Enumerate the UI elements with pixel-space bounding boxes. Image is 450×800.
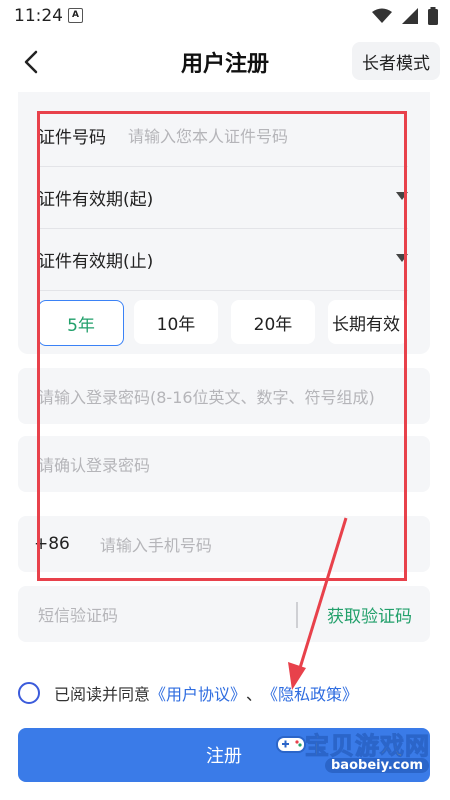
period-option-10y[interactable]: 10年 [134, 300, 218, 344]
wifi-icon [372, 8, 392, 23]
gamepad-logo-icon [276, 736, 306, 753]
password-input[interactable]: 请输入登录密码(8-16位英文、数字、符号组成) [18, 368, 430, 424]
dropdown-arrow-icon [396, 192, 408, 200]
confirm-password-input[interactable]: 请确认登录密码 [18, 436, 430, 492]
id-number-label: 证件号码 [38, 127, 106, 148]
period-option-permanent[interactable]: 长期有效 [328, 300, 408, 344]
elder-mode-button[interactable]: 长者模式 [352, 42, 440, 80]
valid-from-select[interactable]: 证件有效期(起) [38, 166, 408, 229]
valid-to-select[interactable]: 证件有效期(止) [38, 228, 408, 291]
sms-code-input[interactable]: 短信验证码 获取验证码 [18, 586, 430, 642]
agree-checkbox[interactable] [18, 682, 40, 704]
get-code-button[interactable]: 获取验证码 [327, 602, 412, 627]
dropdown-arrow-icon [396, 254, 408, 262]
app-notification-icon: A [68, 8, 83, 23]
id-number-field[interactable]: 证件号码 请输入您本人证件号码 [38, 104, 408, 167]
status-icons [372, 7, 438, 25]
country-code[interactable]: +86 [34, 534, 70, 554]
password-placeholder: 请输入登录密码(8-16位英文、数字、符号组成) [38, 388, 375, 407]
battery-icon [428, 7, 438, 25]
period-option-5y[interactable]: 5年 [38, 300, 124, 346]
agreement-separator: 、 [246, 685, 263, 704]
divider [296, 602, 298, 628]
app-bar: 用户注册 长者模式 [0, 32, 450, 92]
status-bar: 11:24 A [0, 0, 450, 32]
agree-text: 已阅读并同意 [54, 685, 151, 704]
valid-to-label: 证件有效期(止) [38, 251, 154, 272]
watermark-title: 宝贝游戏网 [305, 732, 430, 761]
sms-placeholder: 短信验证码 [38, 606, 119, 625]
privacy-policy-link[interactable]: 《隐私政策》 [262, 681, 358, 705]
id-number-input[interactable]: 请输入您本人证件号码 [128, 123, 288, 147]
valid-from-label: 证件有效期(起) [38, 189, 154, 210]
phone-input[interactable]: +86 请输入手机号码 [18, 516, 430, 572]
signal-icon [402, 8, 418, 24]
user-agreement-link[interactable]: 《用户协议》 [150, 681, 246, 705]
agreement-row: 已阅读并同意 《用户协议》 、 《隐私政策》 [18, 678, 358, 708]
registration-form: 证件号码 请输入您本人证件号码 证件有效期(起) 证件有效期(止) 5年 10年… [0, 92, 450, 800]
period-option-20y[interactable]: 20年 [231, 300, 315, 344]
confirm-password-placeholder: 请确认登录密码 [38, 456, 151, 475]
status-time: 11:24 [14, 6, 63, 26]
watermark-url: baobeiy.com [325, 758, 429, 773]
watermark: 宝贝游戏网 baobeiy.com [275, 722, 445, 782]
phone-placeholder: 请输入手机号码 [99, 536, 212, 555]
